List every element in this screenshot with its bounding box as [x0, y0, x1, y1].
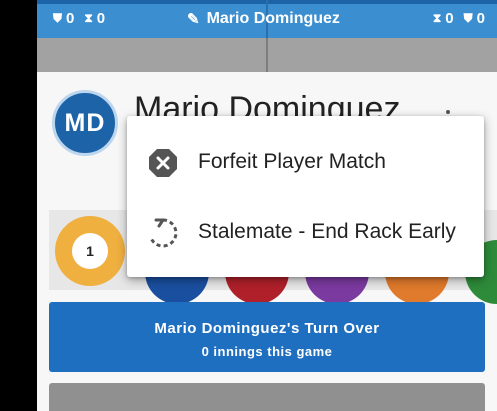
- right-player-stats: ⧗ 0 ⛊ 0: [433, 10, 485, 27]
- left-hourglass-count: 0: [96, 10, 106, 27]
- menu-item-forfeit[interactable]: Forfeit Player Match: [127, 128, 484, 198]
- avatar: MD: [52, 90, 118, 156]
- left-player-stats: ⛊ 0 ⧗ 0: [53, 10, 105, 27]
- right-shield-count: 0: [476, 10, 485, 27]
- shield-icon: ⛊: [463, 11, 473, 25]
- innings-count-text: 0 innings this game: [201, 344, 333, 359]
- forfeit-octagon-x-icon: [146, 146, 180, 180]
- active-player-name: Mario Dominguez: [206, 10, 340, 27]
- scoring-screen: ⛊ 0 ⧗ 0 ✎ Mario Dominguez ⧗ 0 ⛊ 0 MD Mar…: [37, 0, 497, 411]
- hourglass-icon: ⧗: [432, 11, 442, 25]
- stalemate-dashed-rotate-icon: [146, 216, 180, 250]
- bottom-action-bar[interactable]: [49, 383, 485, 411]
- options-menu: Forfeit Player Match Stalemate - End Rac…: [127, 116, 484, 277]
- score-topbar: ⛊ 0 ⧗ 0 ✎ Mario Dominguez ⧗ 0 ⛊ 0: [37, 0, 497, 38]
- ball-1-number: 1: [72, 233, 108, 269]
- active-player-label[interactable]: ✎ Mario Dominguez: [187, 10, 340, 28]
- pencil-icon: ✎: [187, 11, 200, 28]
- menu-item-stalemate-label: Stalemate - End Rack Early: [198, 220, 456, 243]
- menu-item-forfeit-label: Forfeit Player Match: [198, 150, 386, 173]
- right-hourglass-count: 0: [445, 10, 454, 27]
- left-shield-count: 0: [66, 10, 75, 27]
- turn-over-button[interactable]: Mario Dominguez's Turn Over 0 innings th…: [49, 302, 485, 372]
- score-subbar: [37, 38, 497, 72]
- ball-1[interactable]: 1: [55, 216, 125, 286]
- subbar-divider: [266, 38, 268, 72]
- shield-icon: ⛊: [53, 11, 63, 25]
- hourglass-icon: ⧗: [84, 11, 93, 25]
- menu-item-stalemate[interactable]: Stalemate - End Rack Early: [127, 198, 484, 268]
- turn-over-title: Mario Dominguez's Turn Over: [154, 320, 380, 337]
- left-edge-strip: [0, 0, 37, 411]
